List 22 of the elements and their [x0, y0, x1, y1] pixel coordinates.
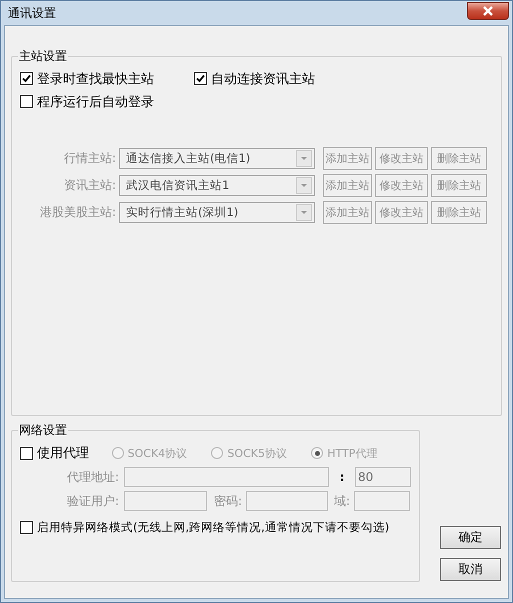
- close-button[interactable]: [467, 2, 509, 20]
- field-label: 资讯主站:: [62, 177, 116, 194]
- dialog-button[interactable]: 确定: [440, 526, 501, 549]
- field-label: 代理地址:: [66, 468, 119, 486]
- window-title: 通讯设置: [8, 4, 56, 22]
- checkbox[interactable]: 登录时查找最快主站: [20, 70, 154, 88]
- group-title: 网络设置: [18, 422, 68, 439]
- check-icon: [22, 74, 31, 83]
- dialog-button[interactable]: 取消: [440, 558, 501, 581]
- separator-text: :: [338, 470, 346, 484]
- checkbox[interactable]: 自动连接资讯主站: [194, 70, 315, 88]
- checkbox[interactable]: 使用代理: [20, 444, 112, 462]
- group-title: 主站设置: [18, 48, 68, 65]
- field-label: 域:: [334, 492, 350, 510]
- field-label: 验证用户:: [66, 492, 119, 510]
- field-label: 港股美股主站:: [38, 204, 116, 221]
- close-icon: [482, 6, 494, 16]
- field-label: 行情主站:: [62, 150, 116, 167]
- check-icon: [196, 74, 205, 83]
- checkbox[interactable]: 启用特异网络模式(无线上网,跨网络等情况,通常情况下请不要勾选): [20, 520, 390, 534]
- field-label: 密码:: [214, 492, 242, 510]
- checkbox[interactable]: 程序运行后自动登录: [20, 92, 154, 110]
